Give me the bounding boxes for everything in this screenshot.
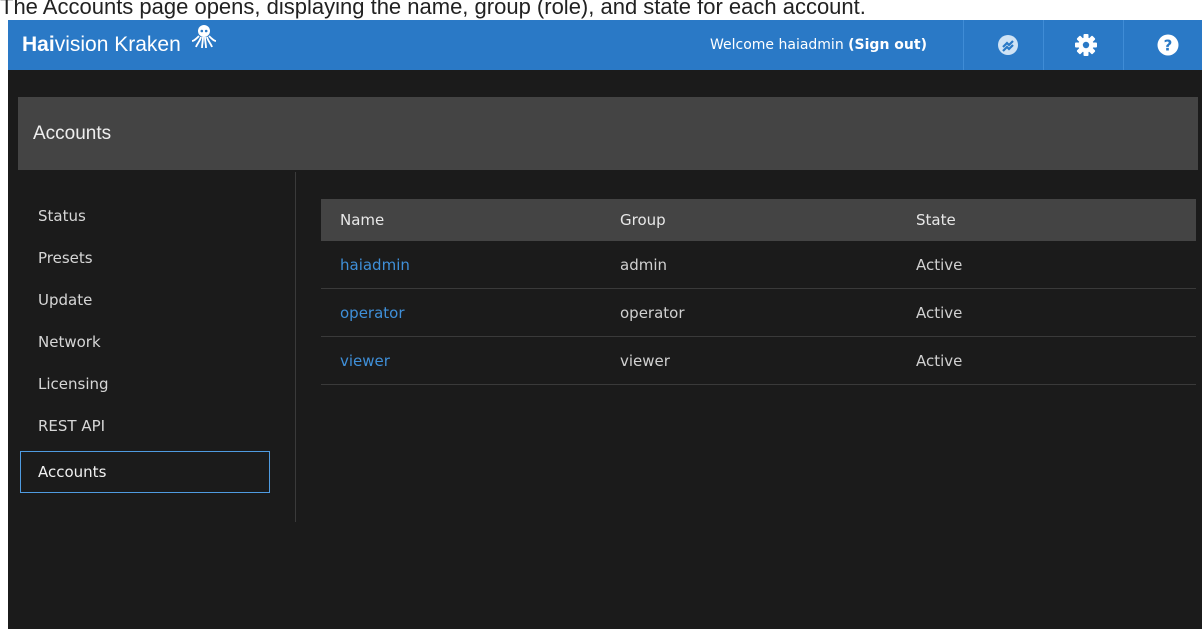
sidebar-item-rest-api[interactable]: REST API bbox=[20, 405, 270, 447]
table-header: Name Group State bbox=[321, 199, 1196, 241]
page-caption: The Accounts page opens, displaying the … bbox=[0, 0, 866, 19]
account-group: operator bbox=[620, 304, 685, 322]
toolbar-divider bbox=[1043, 20, 1044, 70]
sidebar-item-presets[interactable]: Presets bbox=[20, 237, 270, 279]
octopus-icon bbox=[191, 20, 217, 68]
table-row: viewer viewer Active bbox=[321, 337, 1196, 385]
page-title: Accounts bbox=[33, 123, 112, 144]
table-row: haiadmin admin Active bbox=[321, 241, 1196, 289]
sidebar-item-network[interactable]: Network bbox=[20, 321, 270, 363]
sign-out-link[interactable]: (Sign out) bbox=[848, 37, 927, 53]
account-state: Active bbox=[916, 352, 963, 370]
account-group: admin bbox=[620, 256, 667, 274]
toolbar-divider bbox=[963, 20, 964, 70]
sidebar-item-accounts[interactable]: Accounts bbox=[20, 451, 270, 493]
account-group: viewer bbox=[620, 352, 670, 370]
help-icon[interactable]: ? bbox=[1153, 30, 1183, 60]
app-window: Haivision Kraken Welcome haiadmin (Sign … bbox=[8, 20, 1202, 629]
sidebar-item-status[interactable]: Status bbox=[20, 195, 270, 237]
account-name-link[interactable]: viewer bbox=[340, 337, 390, 385]
toolbar-divider bbox=[1123, 20, 1124, 70]
sync-status-icon[interactable] bbox=[993, 30, 1023, 60]
welcome-text: Welcome haiadmin (Sign out) bbox=[710, 20, 927, 70]
sidebar-nav: Status Presets Update Network Licensing … bbox=[18, 195, 296, 525]
column-header-state[interactable]: State bbox=[916, 199, 956, 241]
page-header: Accounts bbox=[18, 97, 1198, 170]
gear-icon[interactable] bbox=[1071, 30, 1101, 60]
sidebar-item-licensing[interactable]: Licensing bbox=[20, 363, 270, 405]
table-row: operator operator Active bbox=[321, 289, 1196, 337]
column-header-name[interactable]: Name bbox=[340, 199, 384, 241]
svg-text:?: ? bbox=[1164, 37, 1173, 55]
top-bar: Haivision Kraken Welcome haiadmin (Sign … bbox=[8, 20, 1202, 70]
column-header-group[interactable]: Group bbox=[620, 199, 666, 241]
account-state: Active bbox=[916, 304, 963, 322]
app-logo[interactable]: Haivision Kraken bbox=[22, 20, 217, 70]
account-state: Active bbox=[916, 256, 963, 274]
welcome-label: Welcome haiadmin bbox=[710, 37, 849, 53]
accounts-table: Name Group State haiadmin admin Active o… bbox=[321, 199, 1196, 385]
brand-rest: vision Kraken bbox=[54, 33, 181, 56]
sidebar-item-update[interactable]: Update bbox=[20, 279, 270, 321]
account-name-link[interactable]: operator bbox=[340, 289, 405, 337]
account-name-link[interactable]: haiadmin bbox=[340, 241, 410, 289]
brand-strong: Hai bbox=[22, 33, 55, 56]
